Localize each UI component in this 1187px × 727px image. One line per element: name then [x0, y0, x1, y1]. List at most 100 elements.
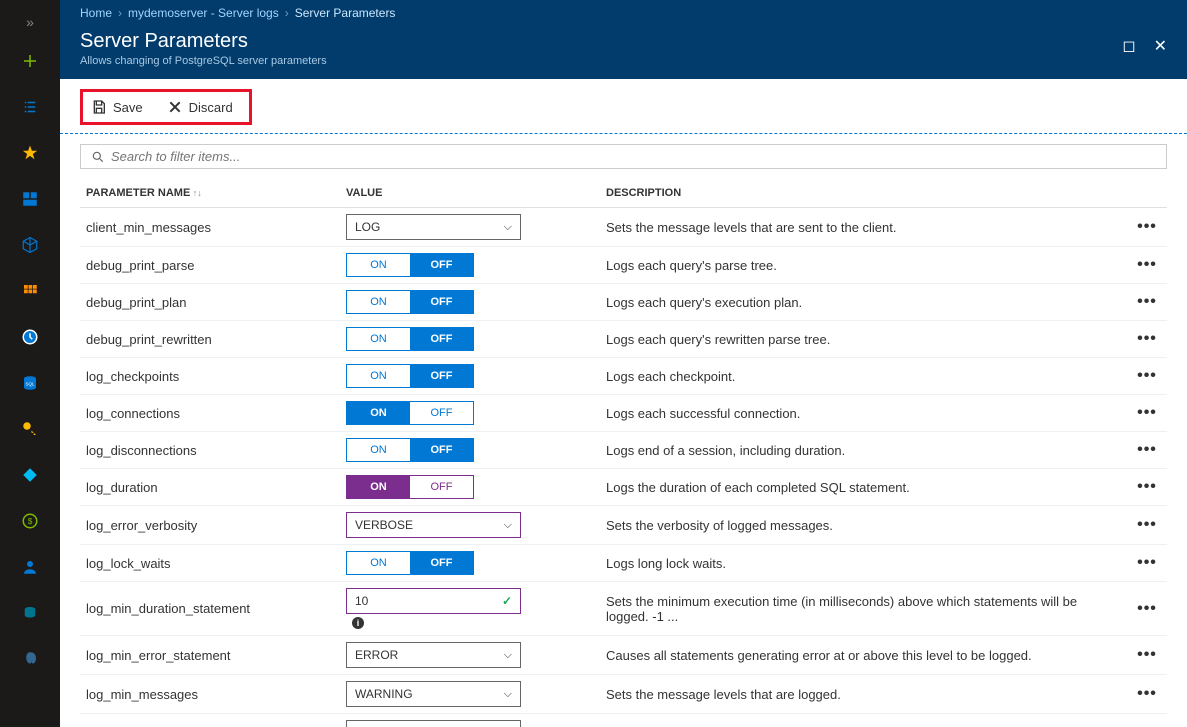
col-desc[interactable]: DESCRIPTION — [600, 179, 1127, 208]
select-log_error_verbosity[interactable]: VERBOSE⌵ — [346, 512, 521, 538]
toggle-on[interactable]: ON — [347, 365, 410, 387]
clock-icon[interactable] — [10, 317, 50, 357]
toggle-on[interactable]: ON — [347, 552, 410, 574]
save-label: Save — [113, 100, 143, 115]
check-icon: ✓ — [502, 594, 512, 608]
more-button[interactable]: ••• — [1127, 545, 1167, 582]
param-desc: Logs each successful connection. — [600, 395, 1127, 432]
toggle-debug_print_plan[interactable]: ONOFF — [346, 290, 474, 314]
search-box[interactable] — [80, 144, 1167, 169]
toggle-log_disconnections[interactable]: ONOFF — [346, 438, 474, 462]
table-row: client_min_messagesLOG⌵Sets the message … — [80, 208, 1167, 247]
param-desc: Logs the duration of each completed SQL … — [600, 469, 1127, 506]
add-icon[interactable] — [10, 41, 50, 81]
toggle-off[interactable]: OFF — [410, 328, 473, 350]
toggle-on[interactable]: ON — [347, 439, 410, 461]
toggle-off[interactable]: OFF — [410, 476, 473, 498]
toggle-on[interactable]: ON — [347, 402, 410, 424]
more-button[interactable]: ••• — [1127, 432, 1167, 469]
toggle-log_connections[interactable]: ONOFF — [346, 401, 474, 425]
param-value: ONOFF — [340, 247, 600, 284]
toggle-on[interactable]: ON — [347, 291, 410, 313]
search-icon — [91, 150, 105, 164]
toggle-off[interactable]: OFF — [410, 439, 473, 461]
toggle-log_duration[interactable]: ONOFF — [346, 475, 474, 499]
toggle-off[interactable]: OFF — [410, 365, 473, 387]
param-value: ONOFF — [340, 545, 600, 582]
toggle-on[interactable]: ON — [347, 254, 410, 276]
more-button[interactable]: ••• — [1127, 582, 1167, 636]
chevron-down-icon: ⌵ — [504, 221, 512, 234]
more-button[interactable]: ••• — [1127, 321, 1167, 358]
grid-icon[interactable] — [10, 271, 50, 311]
param-value: ONOFF — [340, 358, 600, 395]
postgres-icon[interactable] — [10, 639, 50, 679]
param-desc: Logs each query's rewritten parse tree. — [600, 321, 1127, 358]
more-button[interactable]: ••• — [1127, 358, 1167, 395]
close-icon[interactable]: ✕ — [1154, 36, 1167, 56]
info-icon[interactable]: i — [352, 617, 364, 629]
mysql-icon[interactable] — [10, 593, 50, 633]
table-row: log_lock_waitsONOFFLogs long lock waits.… — [80, 545, 1167, 582]
save-button[interactable]: Save — [89, 95, 145, 119]
svg-text:$: $ — [28, 517, 33, 526]
param-name: debug_print_plan — [80, 284, 340, 321]
toggle-log_lock_waits[interactable]: ONOFF — [346, 551, 474, 575]
toggle-log_checkpoints[interactable]: ONOFF — [346, 364, 474, 388]
money-icon[interactable]: $ — [10, 501, 50, 541]
toggle-off[interactable]: OFF — [410, 402, 473, 424]
star-icon[interactable] — [10, 133, 50, 173]
more-button[interactable]: ••• — [1127, 284, 1167, 321]
sql-icon[interactable]: SQL — [10, 363, 50, 403]
toggle-off[interactable]: OFF — [410, 254, 473, 276]
table-row: log_connectionsONOFFLogs each successful… — [80, 395, 1167, 432]
toggle-on[interactable]: ON — [347, 476, 410, 498]
breadcrumb-home[interactable]: Home — [80, 6, 112, 20]
param-value: ONOFF — [340, 284, 600, 321]
col-name[interactable]: PARAMETER NAME — [80, 179, 340, 208]
user-icon[interactable] — [10, 547, 50, 587]
collapse-icon[interactable]: » — [26, 6, 34, 38]
more-button[interactable]: ••• — [1127, 714, 1167, 727]
more-button[interactable]: ••• — [1127, 247, 1167, 284]
more-button[interactable]: ••• — [1127, 636, 1167, 675]
cube-icon[interactable] — [10, 225, 50, 265]
discard-label: Discard — [189, 100, 233, 115]
input-log_min_duration_statement[interactable]: 10✓ — [346, 588, 521, 614]
table-row: log_checkpointsONOFFLogs each checkpoint… — [80, 358, 1167, 395]
param-desc: Sets the verbosity of logged messages. — [600, 506, 1127, 545]
select-log_min_messages[interactable]: WARNING⌵ — [346, 681, 521, 707]
param-value: 3i — [340, 714, 600, 727]
chevron-right-icon: › — [118, 6, 122, 20]
restore-icon[interactable]: ◻ — [1122, 36, 1135, 56]
search-input[interactable] — [111, 149, 1156, 164]
more-button[interactable]: ••• — [1127, 506, 1167, 545]
toggle-on[interactable]: ON — [347, 328, 410, 350]
param-value: LOG⌵ — [340, 208, 600, 247]
param-value: ERROR⌵ — [340, 636, 600, 675]
list-icon[interactable] — [10, 87, 50, 127]
more-button[interactable]: ••• — [1127, 395, 1167, 432]
toggle-debug_print_rewritten[interactable]: ONOFF — [346, 327, 474, 351]
input-log_retention_days[interactable]: 3 — [346, 720, 521, 727]
discard-button[interactable]: Discard — [165, 95, 235, 119]
param-name: debug_print_rewritten — [80, 321, 340, 358]
key-icon[interactable] — [10, 409, 50, 449]
toggle-off[interactable]: OFF — [410, 291, 473, 313]
param-desc: Sets the message levels that are sent to… — [600, 208, 1127, 247]
breadcrumb-current: Server Parameters — [295, 6, 396, 20]
col-value[interactable]: VALUE — [340, 179, 600, 208]
page-subtitle: Allows changing of PostgreSQL server par… — [80, 55, 327, 67]
toggle-debug_print_parse[interactable]: ONOFF — [346, 253, 474, 277]
breadcrumb-server[interactable]: mydemoserver - Server logs — [128, 6, 279, 20]
more-button[interactable]: ••• — [1127, 469, 1167, 506]
select-log_min_error_statement[interactable]: ERROR⌵ — [346, 642, 521, 668]
param-desc: Causes all statements generating error a… — [600, 636, 1127, 675]
toggle-off[interactable]: OFF — [410, 552, 473, 574]
more-button[interactable]: ••• — [1127, 208, 1167, 247]
select-client_min_messages[interactable]: LOG⌵ — [346, 214, 521, 240]
diamond-icon[interactable] — [10, 455, 50, 495]
dashboard-icon[interactable] — [10, 179, 50, 219]
param-desc: Sets the message levels that are logged. — [600, 675, 1127, 714]
more-button[interactable]: ••• — [1127, 675, 1167, 714]
